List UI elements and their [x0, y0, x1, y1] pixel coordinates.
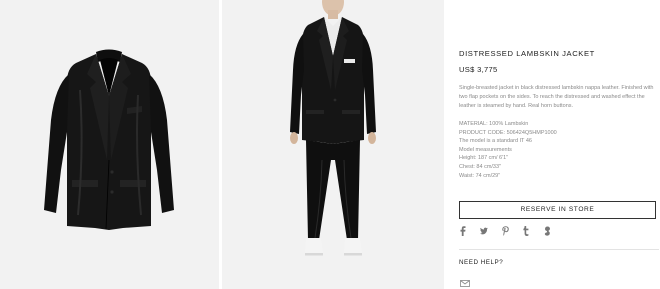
product-specs: MATERIAL: 100% Lambskin PRODUCT CODE: 50… — [459, 120, 659, 180]
product-title: DISTRESSED LAMBSKIN JACKET — [459, 49, 595, 58]
pinterest-icon[interactable] — [501, 226, 509, 236]
google-plus-icon[interactable] — [543, 226, 551, 236]
facebook-icon[interactable] — [459, 226, 467, 236]
share-bar — [459, 225, 551, 237]
product-price: US$ 3,775 — [459, 65, 498, 74]
section-divider — [459, 249, 659, 250]
spec-chest: Chest: 84 cm/33" — [459, 163, 501, 170]
model-illustration — [290, 0, 376, 256]
spec-material: MATERIAL: 100% Lambskin — [459, 121, 529, 127]
product-image-model[interactable] — [222, 0, 444, 289]
spec-model-size: The model is a standard IT 46 — [459, 138, 532, 145]
product-image-jacket[interactable] — [0, 0, 219, 289]
product-description: Single-breasted jacket in black distress… — [459, 85, 654, 110]
spec-waist: Waist: 74 cm/29" — [459, 172, 501, 179]
spec-product-code: PRODUCT CODE: 506424Q5HMP1000 — [459, 129, 557, 136]
need-help-heading: NEED HELP? — [459, 259, 504, 266]
mail-icon[interactable] — [460, 274, 470, 289]
jacket-illustration — [44, 49, 174, 230]
reserve-in-store-button[interactable]: RESERVE IN STORE — [459, 201, 656, 219]
spec-measurements-heading: Model measurements — [459, 146, 512, 153]
product-info: DISTRESSED LAMBSKIN JACKET US$ 3,775 Sin… — [459, 0, 659, 289]
spec-height: Height: 187 cm/ 6'1" — [459, 155, 509, 162]
tumblr-icon[interactable] — [522, 226, 530, 236]
twitter-icon[interactable] — [480, 226, 488, 236]
